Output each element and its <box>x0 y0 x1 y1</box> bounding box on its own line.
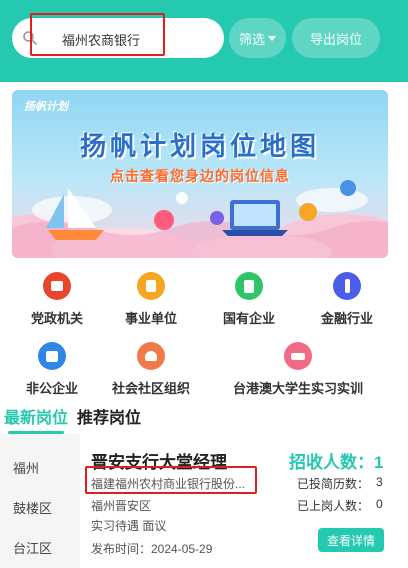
category-private-enterprise[interactable]: 非公企业 <box>12 342 92 397</box>
view-details-label: 查看详情 <box>326 533 375 548</box>
banner-subtitle: 点击查看您身边的岗位信息 <box>110 168 290 184</box>
category-label: 非公企业 <box>25 381 78 396</box>
publish-time: 发布时间：2024-05-29 <box>91 542 213 556</box>
category-label: 台港澳大学生实习实训 <box>232 381 363 396</box>
caret-down-icon <box>268 35 276 41</box>
category-state-owned[interactable]: 国有企业 <box>209 272 289 327</box>
chart-icon <box>38 342 66 370</box>
category-party-government[interactable]: 党政机关 <box>17 272 97 327</box>
view-details-button[interactable]: 查看详情 <box>318 528 384 552</box>
filter-button[interactable]: 筛选 <box>229 18 286 58</box>
category-label: 党政机关 <box>30 311 83 326</box>
category-public-institution[interactable]: 事业单位 <box>111 272 191 327</box>
banner-title: 扬帆计划岗位地图 <box>79 132 320 162</box>
district-label: 福州 <box>13 461 40 476</box>
category-label: 事业单位 <box>124 311 177 326</box>
resume-count-value: 3 <box>376 475 383 489</box>
filter-label: 筛选 <box>238 31 265 47</box>
category-label: 金融行业 <box>320 311 373 326</box>
sidebar-item-gulou[interactable]: 鼓楼区 <box>0 484 80 526</box>
company-highlight-box <box>85 466 257 494</box>
category-community-org[interactable]: 社会社区组织 <box>101 342 201 397</box>
search-highlight-box <box>30 13 165 56</box>
district-label: 台江区 <box>13 541 53 556</box>
district-label: 鼓楼区 <box>13 501 53 516</box>
people-icon <box>137 342 165 370</box>
onboard-count-label: 已上岗人数： <box>297 499 370 513</box>
sidebar-item-fuzhou[interactable]: 福州 <box>0 444 80 486</box>
sidebar-item-taijiang[interactable]: 台江区 <box>0 524 80 566</box>
job-district: 福州晋安区 <box>91 499 152 513</box>
tab-recommended-jobs[interactable]: 推荐岗位 <box>77 404 141 428</box>
resume-count-label: 已投简历数： <box>297 477 370 491</box>
promo-banner[interactable]: 扬帆计划 扬帆计划岗位地图 点击查看您身边的岗位信息 <box>12 90 388 258</box>
building-icon <box>235 272 263 300</box>
recruit-count: 招收人数：1 <box>289 453 384 472</box>
graduation-cap-icon <box>284 342 312 370</box>
export-label: 导出岗位 <box>309 31 362 47</box>
tie-icon <box>333 272 361 300</box>
category-finance[interactable]: 金融行业 <box>307 272 387 327</box>
category-hk-macao-taiwan-internship[interactable]: 台港澳大学生实习实训 <box>222 342 374 397</box>
export-jobs-button[interactable]: 导出岗位 <box>292 18 380 58</box>
category-label: 国有企业 <box>222 311 275 326</box>
category-label: 社会社区组织 <box>111 381 190 396</box>
district-sidebar: 福州 鼓楼区 台江区 <box>0 434 80 568</box>
tab-latest-jobs[interactable]: 最新岗位 <box>4 404 68 428</box>
job-benefits: 实习待遇 面议 <box>91 519 167 533</box>
document-icon <box>137 272 165 300</box>
government-building-icon <box>43 272 71 300</box>
onboard-count-value: 0 <box>376 497 383 511</box>
search-header: 福州农商银行 筛选 导出岗位 <box>0 0 408 82</box>
banner-logo: 扬帆计划 <box>24 101 68 113</box>
